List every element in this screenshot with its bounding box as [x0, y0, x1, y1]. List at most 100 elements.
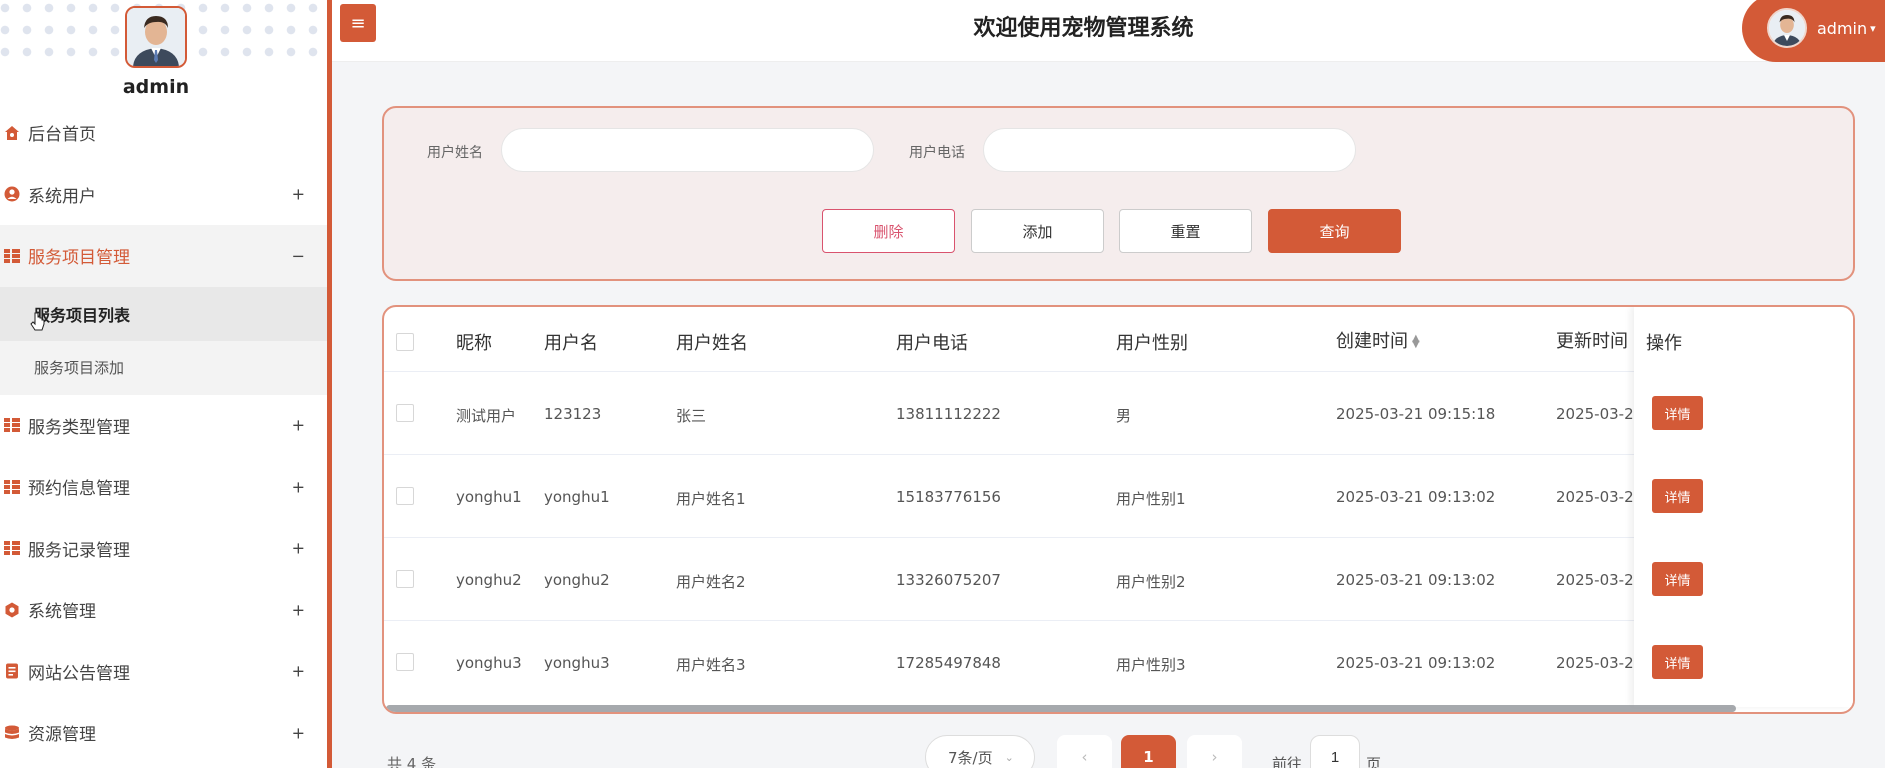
- sidebar-item-service-types[interactable]: 服务类型管理 +: [0, 395, 327, 457]
- cell-updated: 2025-03-2: [1556, 488, 1634, 506]
- page-size-select[interactable]: 7条/页 ⌄: [925, 735, 1035, 768]
- user-icon: [4, 186, 20, 202]
- prev-page-button[interactable]: ‹: [1057, 735, 1112, 768]
- cell-realname: 用户姓名2: [676, 573, 746, 591]
- sidebar-item-appointments[interactable]: 预约信息管理 +: [0, 456, 327, 518]
- cell-created: 2025-03-21 09:13:02: [1336, 488, 1496, 506]
- user-menu[interactable]: admin ▾: [1742, 0, 1885, 62]
- delete-button[interactable]: 删除: [822, 209, 955, 253]
- cell-created: 2025-03-21 09:13:02: [1336, 654, 1496, 672]
- plus-icon: +: [291, 538, 305, 558]
- row-checkbox[interactable]: [396, 404, 414, 422]
- grid-icon: [4, 540, 20, 556]
- sidebar-item-label: 后台首页: [28, 125, 96, 146]
- goto-page-input[interactable]: [1310, 735, 1360, 768]
- plus-icon: +: [291, 723, 305, 743]
- chevron-right-icon: ›: [1211, 748, 1218, 766]
- next-page-button[interactable]: ›: [1187, 735, 1242, 768]
- sidebar-item-label: 服务记录管理: [28, 540, 130, 561]
- avatar[interactable]: [125, 6, 187, 68]
- cell-nickname: yonghu1: [456, 488, 522, 506]
- page-number-button[interactable]: 1: [1121, 735, 1176, 768]
- row-checkbox[interactable]: [396, 653, 414, 671]
- column-header: 昵称: [456, 333, 492, 354]
- detail-button[interactable]: 详情: [1652, 562, 1703, 596]
- sidebar-subitem-service-project-add[interactable]: 服务项目添加: [0, 341, 327, 395]
- column-header: 用户性别: [1116, 333, 1188, 354]
- action-column: 操作 详情 详情 详情 详情: [1634, 307, 1853, 707]
- detail-button[interactable]: 详情: [1652, 479, 1703, 513]
- sidebar-menu: 后台首页 系统用户 + 服务项目管理 − 服务项目列表 服务项目添加 服务类型管…: [0, 102, 327, 764]
- grid-icon: [4, 417, 20, 433]
- grid-icon: [4, 479, 20, 495]
- table-row: yonghu2 yonghu2 用户姓名2 13326075207 用户性别2 …: [384, 537, 1853, 620]
- sidebar-item-system-users[interactable]: 系统用户 +: [0, 164, 327, 226]
- sidebar-item-label: 系统管理: [28, 602, 96, 623]
- sidebar-user-name: admin: [122, 76, 190, 98]
- grid-icon: [4, 248, 20, 264]
- cell-username: 123123: [544, 405, 602, 423]
- cell-realname: 用户姓名1: [676, 490, 746, 508]
- sidebar-item-label: 服务项目管理: [28, 248, 130, 269]
- avatar: [1767, 8, 1807, 48]
- sidebar-item-home[interactable]: 后台首页: [0, 102, 327, 164]
- sidebar-subitem-label: 服务项目列表: [34, 305, 131, 325]
- row-checkbox[interactable]: [396, 570, 414, 588]
- cell-updated: 2025-03-2: [1556, 654, 1634, 672]
- data-table: 昵称 用户名 用户姓名 用户电话 用户性别 创建时间 ▲ ▼ 更新时间 测试用户 1…: [382, 305, 1855, 714]
- total-count: 共 4 条: [387, 755, 437, 768]
- query-button[interactable]: 查询: [1268, 209, 1401, 253]
- sidebar-subitem-service-project-list[interactable]: 服务项目列表: [0, 286, 327, 341]
- goto-prefix: 前往: [1272, 755, 1303, 768]
- cell-username: yonghu3: [544, 654, 610, 672]
- sidebar-header: admin: [0, 0, 327, 102]
- horizontal-scrollbar[interactable]: [386, 705, 1736, 712]
- sidebar-item-announcements[interactable]: 网站公告管理 +: [0, 641, 327, 703]
- sidebar: admin 后台首页 系统用户 + 服务项目管理 − 服务项目列表 服务项目添加…: [0, 0, 332, 768]
- plus-icon: +: [291, 600, 305, 620]
- cell-phone: 17285497848: [896, 654, 1001, 672]
- cell-updated: 2025-03-2: [1556, 571, 1634, 589]
- table-row: yonghu3 yonghu3 用户姓名3 17285497848 用户性别3 …: [384, 620, 1853, 703]
- username-search-input[interactable]: [501, 128, 874, 172]
- sidebar-item-resources[interactable]: 资源管理 +: [0, 702, 327, 764]
- plus-icon: +: [291, 415, 305, 435]
- sidebar-subitem-label: 服务项目添加: [34, 359, 125, 377]
- cell-created: 2025-03-21 09:15:18: [1336, 405, 1496, 423]
- minus-icon: −: [291, 246, 305, 266]
- username-label: 用户姓名: [427, 145, 483, 161]
- sidebar-item-service-projects[interactable]: 服务项目管理 −: [0, 225, 327, 287]
- row-checkbox[interactable]: [396, 487, 414, 505]
- submenu-service-projects: 服务项目列表 服务项目添加: [0, 286, 327, 395]
- cell-updated: 2025-03-2: [1556, 405, 1634, 423]
- reset-button[interactable]: 重置: [1119, 209, 1252, 253]
- search-panel: 用户姓名 用户电话 删除 添加 重置 查询: [382, 106, 1855, 281]
- cell-realname: 用户姓名3: [676, 656, 746, 674]
- sidebar-item-system-management[interactable]: 系统管理 +: [0, 579, 327, 641]
- sidebar-item-label: 服务类型管理: [28, 417, 130, 438]
- column-header: 用户电话: [896, 333, 968, 354]
- column-header: 用户名: [544, 333, 598, 354]
- plus-icon: +: [291, 184, 305, 204]
- table-row: 测试用户 123123 张三 13811112222 男 2025-03-21 …: [384, 371, 1853, 454]
- cell-gender: 男: [1116, 407, 1132, 425]
- column-header: 更新时间: [1556, 331, 1628, 352]
- page-size-value: 7条/页: [948, 748, 993, 767]
- cell-username: yonghu1: [544, 488, 610, 506]
- home-icon: [4, 125, 20, 141]
- cell-gender: 用户性别1: [1116, 490, 1186, 508]
- column-header-label: 创建时间: [1336, 331, 1408, 352]
- cell-realname: 张三: [676, 407, 707, 425]
- detail-button[interactable]: 详情: [1652, 645, 1703, 679]
- sort-icon: ▲ ▼: [1412, 333, 1420, 350]
- column-header-sortable[interactable]: 创建时间 ▲ ▼: [1336, 327, 1420, 353]
- add-button[interactable]: 添加: [971, 209, 1104, 253]
- select-all-checkbox[interactable]: [396, 333, 414, 351]
- detail-button[interactable]: 详情: [1652, 396, 1703, 430]
- cell-gender: 用户性别2: [1116, 573, 1186, 591]
- sidebar-item-service-records[interactable]: 服务记录管理 +: [0, 518, 327, 580]
- cell-nickname: yonghu3: [456, 654, 522, 672]
- plus-icon: +: [291, 477, 305, 497]
- phone-search-input[interactable]: [983, 128, 1356, 172]
- top-header: ≡ 欢迎使用宠物管理系统 admin ▾: [332, 0, 1885, 62]
